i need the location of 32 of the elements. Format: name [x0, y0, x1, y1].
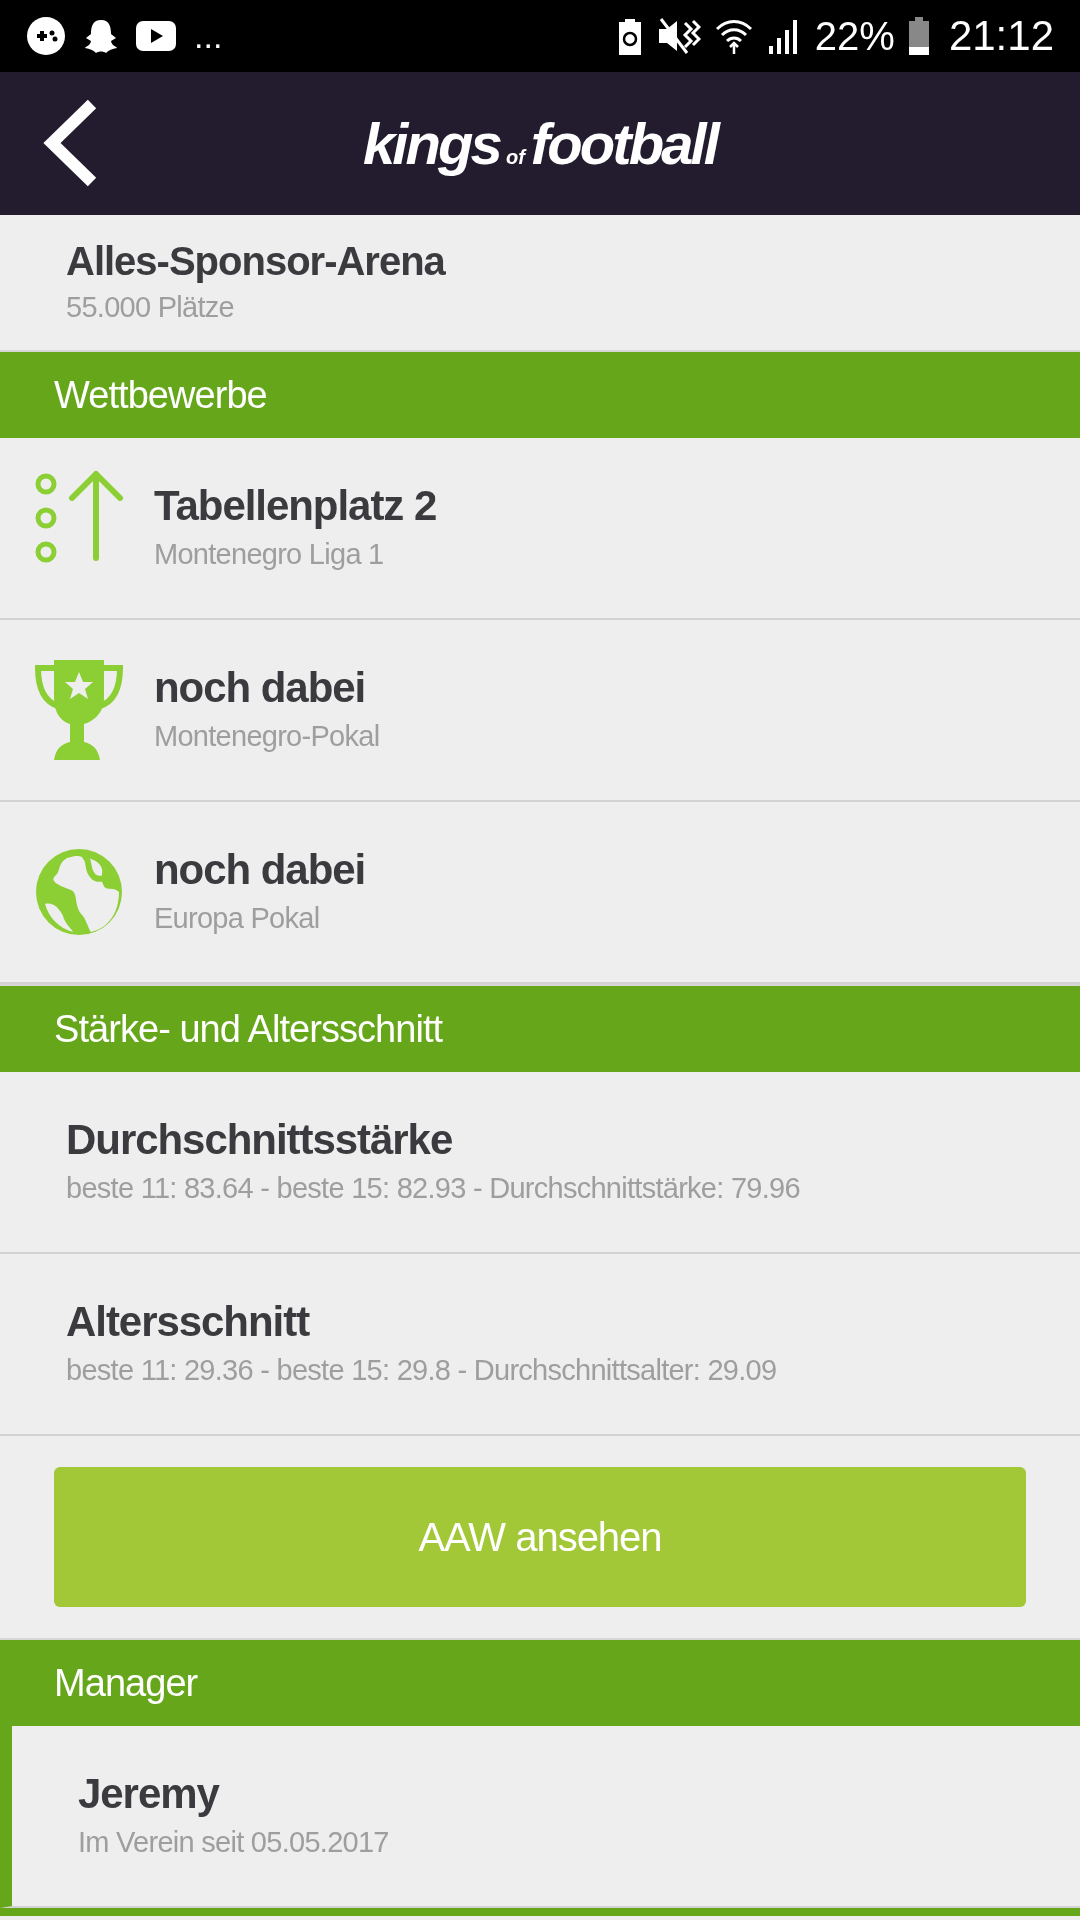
logo-text: of	[505, 146, 525, 167]
list-row[interactable]: Jeremy Im Verein seit 05.05.2017	[0, 1726, 1080, 1908]
row-subtitle: Montenegro-Pokal	[154, 718, 380, 754]
row-title: Altersschnitt	[66, 1297, 311, 1347]
section-header: Stärke- und Altersschnitt	[0, 984, 1080, 1072]
section-header: Manager	[0, 1638, 1080, 1726]
mute-icon	[656, 17, 701, 55]
battery-icon	[908, 17, 929, 55]
play-icon	[136, 21, 176, 51]
wifi-icon	[714, 17, 753, 55]
stadium-capacity: 55.000 Plätze	[66, 289, 235, 325]
logo-text: football	[530, 114, 718, 173]
row-title: Durchschnittsstärke	[66, 1115, 454, 1165]
row-title: Jeremy	[78, 1769, 221, 1819]
trophy-icon	[34, 658, 124, 762]
row-title: noch dabei	[154, 663, 367, 713]
gamepad-icon	[26, 16, 66, 56]
ghost-icon	[84, 18, 118, 54]
battery-saver-icon	[616, 17, 643, 55]
row-title: Tabellenplatz 2	[154, 481, 437, 531]
row-title: noch dabei	[154, 845, 366, 895]
section-header: Wettbewerbe	[0, 350, 1080, 438]
row-subtitle: Im Verein seit 05.05.2017	[78, 1824, 389, 1860]
stadium-name: Alles-Sponsor-Arena	[66, 237, 447, 285]
clock-time: 21:12	[948, 15, 1054, 57]
battery-percent: 22%	[814, 16, 895, 56]
row-subtitle: Europa Pokal	[154, 900, 321, 936]
row-subtitle: beste 11: 83.64 - beste 15: 82.93 - Durchschnittstärke: 79.96	[66, 1170, 800, 1206]
row-subtitle: beste 11: 29.36 - beste 15: 29.8 - Durchschnittsalter: 29.09	[66, 1352, 777, 1388]
row-subtitle: Montenegro Liga 1	[154, 536, 385, 572]
globe-icon	[33, 846, 125, 938]
overflow-text: ...	[194, 19, 223, 53]
